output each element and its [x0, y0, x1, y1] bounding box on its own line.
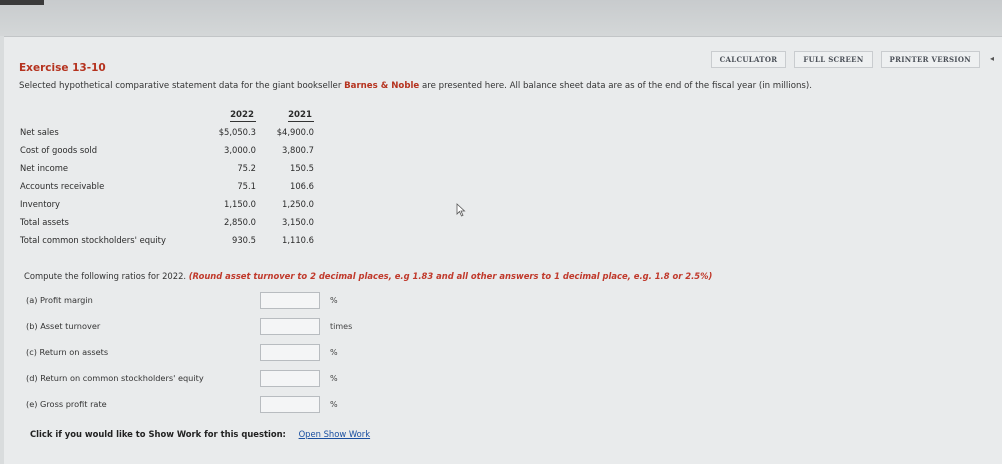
brand-name: Barnes & Noble — [344, 81, 420, 91]
top-bar — [0, 0, 1002, 36]
value-2021: $4,900.0 — [276, 127, 314, 137]
value-2022: 930.5 — [232, 235, 256, 245]
value-2021: 3,150.0 — [282, 217, 314, 227]
value-2021: 1,110.6 — [282, 235, 314, 245]
header-2021: 2021 — [288, 110, 314, 122]
instructions-lead: Compute the following ratios for 2022. — [24, 271, 189, 281]
table-row: Net income 75.2 150.5 — [20, 159, 314, 177]
row-label: Cost of goods sold — [20, 145, 98, 155]
rounding-note: (Round asset turnover to 2 decimal place… — [188, 271, 713, 281]
question-return-on-equity: (d) Return on common stockholders' equit… — [26, 367, 338, 389]
row-label: Net income — [20, 163, 69, 173]
unit-label: times — [330, 321, 353, 331]
return-on-equity-input[interactable] — [260, 369, 320, 387]
value-2022: 1,150.0 — [224, 199, 256, 209]
row-label: Net sales — [20, 127, 59, 137]
question-label: (a) Profit margin — [26, 295, 93, 305]
unit-label: % — [330, 295, 338, 305]
value-2022: $5,050.3 — [218, 127, 256, 137]
return-on-assets-input[interactable] — [260, 343, 320, 361]
profit-margin-input[interactable] — [260, 291, 320, 309]
show-work-row: Click if you would like to Show Work for… — [30, 429, 370, 439]
row-label: Total assets — [20, 217, 69, 227]
question-profit-margin: (a) Profit margin % — [26, 289, 338, 311]
value-2022: 75.1 — [237, 181, 256, 191]
row-label: Accounts receivable — [20, 181, 105, 191]
show-work-prompt: Click if you would like to Show Work for… — [30, 429, 286, 439]
exercise-description: Selected hypothetical comparative statem… — [19, 81, 812, 91]
instructions: Compute the following ratios for 2022. (… — [24, 271, 712, 281]
question-label: (b) Asset turnover — [26, 321, 101, 331]
unit-label: % — [330, 347, 338, 357]
table-row: Cost of goods sold 3,000.0 3,800.7 — [20, 141, 314, 159]
unit-label: % — [330, 373, 338, 383]
value-2021: 1,250.0 — [282, 199, 314, 209]
value-2021: 3,800.7 — [282, 145, 314, 155]
exercise-panel: CALCULATOR FULL SCREEN PRINTER VERSION ◂… — [4, 36, 1002, 464]
question-asset-turnover: (b) Asset turnover times — [26, 315, 352, 337]
chevron-left-icon[interactable]: ◂ — [988, 51, 996, 68]
desc-after: are presented here. All balance sheet da… — [419, 81, 812, 91]
financial-data-table: 2022 2021 Net sales $5,050.3 $4,900.0 Co… — [20, 109, 314, 249]
printer-version-button[interactable]: PRINTER VERSION — [880, 51, 980, 68]
full-screen-button[interactable]: FULL SCREEN — [794, 51, 873, 68]
row-label: Total common stockholders' equity — [20, 235, 166, 245]
value-2021: 106.6 — [290, 181, 314, 191]
top-tab-fragment — [0, 0, 44, 5]
row-label: Inventory — [20, 199, 61, 209]
calculator-button[interactable]: CALCULATOR — [710, 51, 787, 68]
question-label: (d) Return on common stockholders' equit… — [26, 373, 204, 383]
open-show-work-link[interactable]: Open Show Work — [299, 429, 371, 439]
header-2022: 2022 — [230, 110, 256, 122]
desc-before: Selected hypothetical comparative statem… — [19, 81, 345, 91]
toolbar: CALCULATOR FULL SCREEN PRINTER VERSION ◂ — [710, 51, 996, 68]
unit-label: % — [330, 399, 338, 409]
mouse-cursor-icon — [456, 203, 466, 217]
header-blank — [20, 109, 202, 123]
question-gross-profit-rate: (e) Gross profit rate % — [26, 393, 338, 415]
value-2021: 150.5 — [290, 163, 314, 173]
asset-turnover-input[interactable] — [260, 317, 320, 335]
value-2022: 2,850.0 — [224, 217, 256, 227]
value-2022: 75.2 — [237, 163, 256, 173]
exercise-title: Exercise 13-10 — [19, 62, 106, 74]
question-label: (e) Gross profit rate — [26, 399, 107, 409]
value-2022: 3,000.0 — [224, 145, 256, 155]
question-return-on-assets: (c) Return on assets % — [26, 341, 338, 363]
table-row: Total common stockholders' equity 930.5 … — [20, 231, 314, 249]
table-row: Accounts receivable 75.1 106.6 — [20, 177, 314, 195]
question-label: (c) Return on assets — [26, 347, 109, 357]
table-row: Net sales $5,050.3 $4,900.0 — [20, 123, 314, 141]
table-row: Total assets 2,850.0 3,150.0 — [20, 213, 314, 231]
table-header-row: 2022 2021 — [20, 109, 314, 123]
gross-profit-rate-input[interactable] — [260, 395, 320, 413]
table-row: Inventory 1,150.0 1,250.0 — [20, 195, 314, 213]
